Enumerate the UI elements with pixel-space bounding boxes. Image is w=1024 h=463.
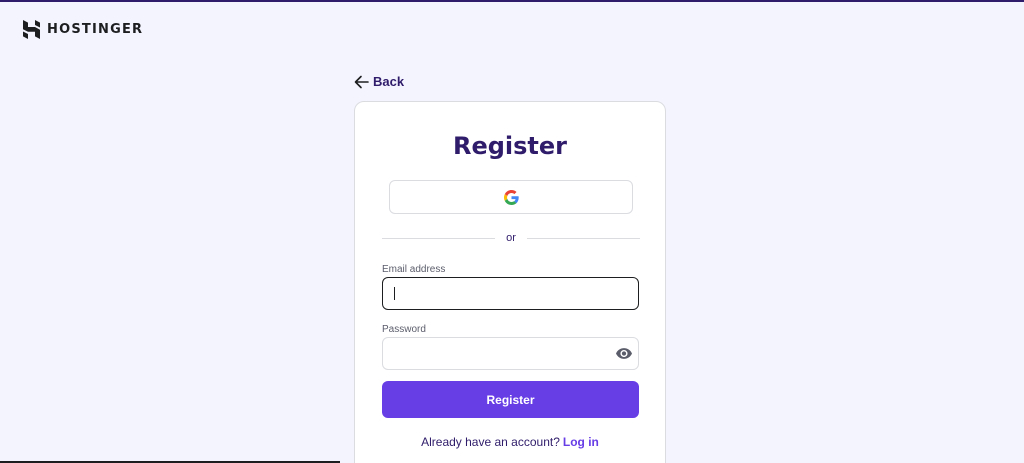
- password-field[interactable]: [382, 337, 639, 370]
- eye-icon[interactable]: [616, 348, 632, 359]
- google-icon: [503, 189, 519, 205]
- password-label: Password: [382, 324, 426, 335]
- text-caret: [394, 287, 395, 300]
- register-card: Register or Email address Password Regis…: [354, 101, 666, 463]
- email-field[interactable]: [382, 277, 639, 310]
- arrow-left-icon: [354, 75, 369, 88]
- brand-name: HOSTINGER: [47, 22, 144, 37]
- divider-line-right: [527, 238, 640, 239]
- login-prompt: Already have an account?: [421, 435, 560, 449]
- back-label: Back: [373, 74, 405, 89]
- or-divider: or: [382, 232, 640, 246]
- hostinger-logo[interactable]: HOSTINGER: [23, 20, 143, 39]
- email-label: Email address: [382, 264, 446, 275]
- login-link[interactable]: Log in: [563, 435, 599, 449]
- hostinger-logo-icon: [23, 20, 40, 39]
- top-border: [0, 0, 1024, 2]
- register-button[interactable]: Register: [382, 381, 639, 418]
- page-title: Register: [452, 132, 568, 160]
- google-signin-button[interactable]: [389, 180, 633, 214]
- back-link[interactable]: Back: [354, 74, 404, 89]
- login-row: Already have an account? Log in: [355, 435, 665, 449]
